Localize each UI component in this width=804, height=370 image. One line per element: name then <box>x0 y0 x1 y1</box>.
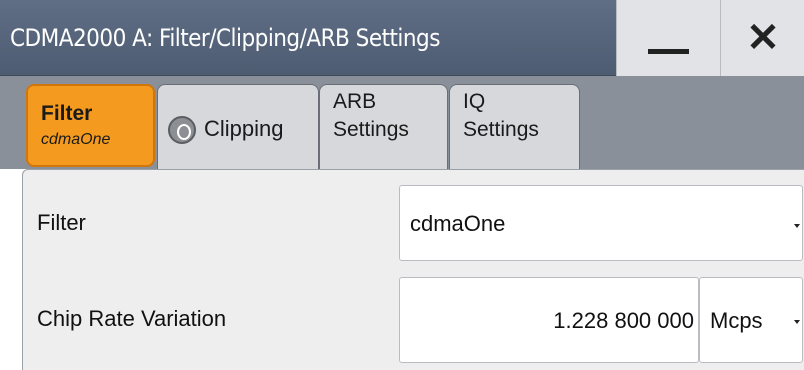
chip-rate-unit-value: Mcps <box>710 308 763 333</box>
settings-panel: Filter cdmaOne Chip Rate Variation 1.228… <box>22 169 804 370</box>
chip-rate-input[interactable]: 1.228 800 000 <box>399 277 699 363</box>
tab-arb-settings[interactable]: ARB Settings <box>319 84 448 172</box>
window-title: CDMA2000 A: Filter/Clipping/ARB Settings <box>10 24 440 52</box>
tab-iq-settings[interactable]: IQ Settings <box>449 84 580 172</box>
tab-iq-label-line2: Settings <box>463 118 539 141</box>
title-bar: CDMA2000 A: Filter/Clipping/ARB Settings… <box>0 0 804 76</box>
tab-filter[interactable]: Filter cdmaOne <box>26 84 155 167</box>
minimize-icon <box>648 49 689 54</box>
close-button[interactable]: ✕ <box>720 0 804 76</box>
clipping-off-indicator-icon <box>168 116 196 144</box>
tab-iq-label-line1: IQ <box>463 90 486 113</box>
chip-rate-unit-select[interactable]: Mcps <box>699 277 803 363</box>
filter-select-value: cdmaOne <box>410 211 506 236</box>
tab-clipping-label: Clipping <box>204 116 284 141</box>
tab-arb-label-line2: Settings <box>333 118 409 141</box>
filter-label: Filter <box>37 210 86 235</box>
tab-clipping[interactable]: Clipping <box>157 84 319 172</box>
tab-filter-sublabel: cdmaOne <box>41 131 111 148</box>
dropdown-arrow-icon <box>794 224 800 228</box>
chip-rate-label: Chip Rate Variation <box>37 306 227 331</box>
dropdown-arrow-icon <box>794 320 800 324</box>
tab-arb-label-line1: ARB <box>333 90 377 113</box>
tab-filter-label: Filter <box>41 102 93 125</box>
tab-bar: Filter cdmaOne Clipping ARB Settings IQ … <box>0 76 804 172</box>
close-icon: ✕ <box>746 16 780 60</box>
chip-rate-value: 1.228 800 000 <box>553 308 694 333</box>
filter-select[interactable]: cdmaOne <box>399 185 803 261</box>
minimize-button[interactable] <box>616 0 720 76</box>
